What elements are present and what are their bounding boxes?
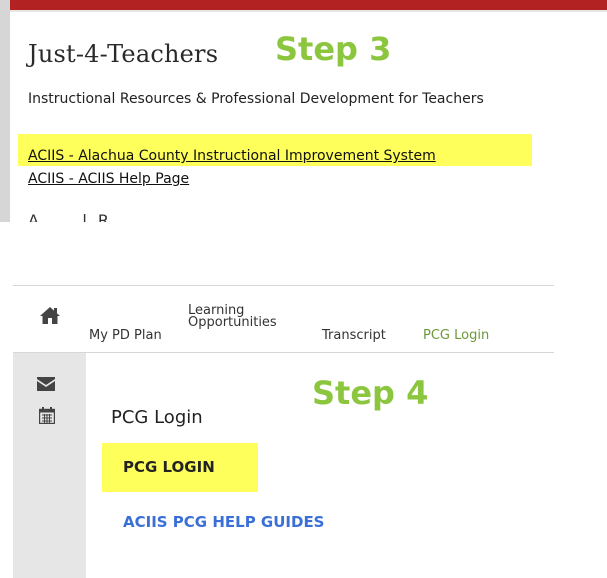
nav-learning-opportunities[interactable]: Learning Opportunities <box>188 304 277 330</box>
aciis-help-page-link[interactable]: ACIIS - ACIIS Help Page <box>28 171 189 187</box>
pcg-login-button[interactable]: PCG LOGIN <box>123 458 215 476</box>
nav-my-pd-plan[interactable]: My PD Plan <box>89 328 162 343</box>
nav-learning-line2: Opportunities <box>188 315 277 330</box>
aciis-pcg-help-guides-link[interactable]: ACIIS PCG HELP GUIDES <box>123 513 325 531</box>
nav-pcg-login[interactable]: PCG Login <box>423 328 489 343</box>
site-subtitle: Instructional Resources & Professional D… <box>28 91 484 107</box>
nav-transcript[interactable]: Transcript <box>322 328 386 343</box>
site-title: Just-4-Teachers <box>28 40 219 68</box>
top-nav-bar: My PD Plan Learning Opportunities Transc… <box>13 285 554 353</box>
envelope-icon[interactable] <box>37 376 55 395</box>
step-4-label: Step 4 <box>312 374 429 412</box>
pcg-login-section: My PD Plan Learning Opportunities Transc… <box>13 285 607 578</box>
aciis-system-link[interactable]: ACIIS - Alachua County Instructional Imp… <box>28 148 436 164</box>
just-4-teachers-section: Just-4-Teachers Step 3 Instructional Res… <box>0 0 607 222</box>
step-3-label: Step 3 <box>275 30 392 68</box>
red-header-bar <box>10 0 607 10</box>
sidebar <box>13 353 86 578</box>
calendar-icon[interactable] <box>38 407 56 428</box>
clipped-heading: A ... l R <box>28 211 113 222</box>
header-divider <box>10 10 607 12</box>
pcg-login-heading: PCG Login <box>111 407 203 428</box>
home-icon[interactable] <box>40 307 60 328</box>
left-border <box>0 0 10 222</box>
